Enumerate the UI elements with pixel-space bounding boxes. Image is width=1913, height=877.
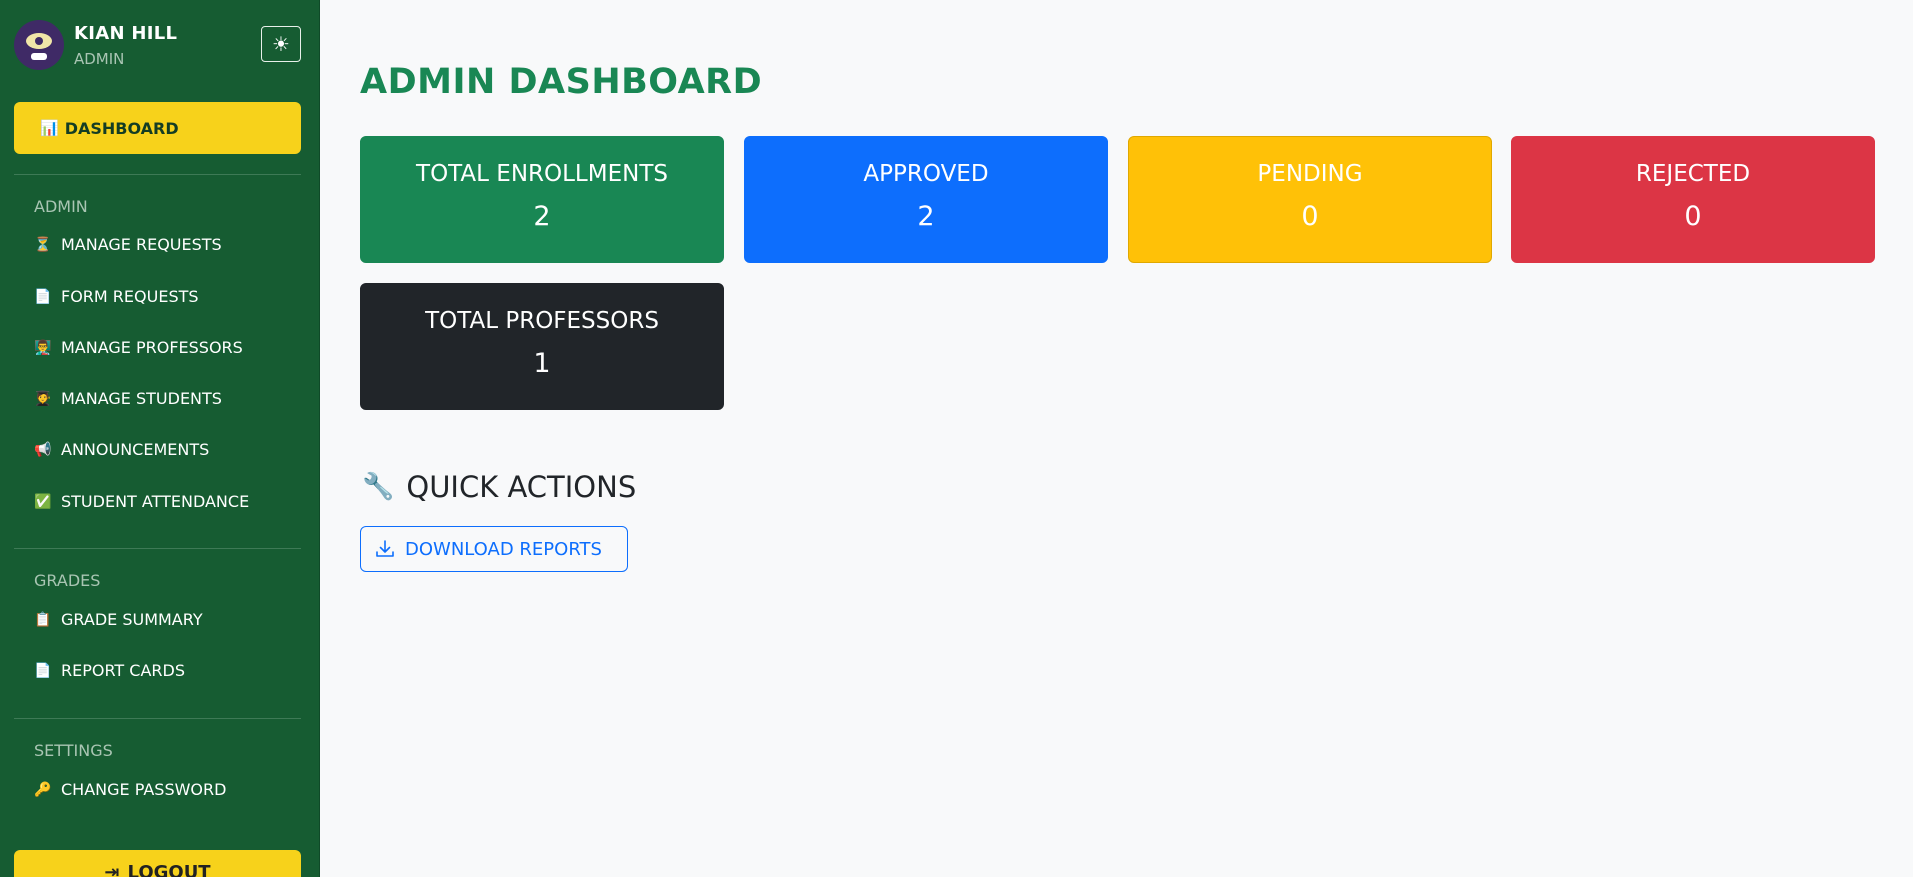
sidebar-item-label: MANAGE REQUESTS — [61, 235, 222, 254]
clipboard-icon: 📋 — [34, 611, 52, 628]
sidebar-item-label: MANAGE PROFESSORS — [61, 338, 243, 357]
card-title: TOTAL ENROLLMENTS — [416, 161, 668, 187]
sidebar-item-label: CHANGE PASSWORD — [61, 780, 227, 799]
stat-card-total-enrollments: TOTAL ENROLLMENTS 2 — [360, 136, 724, 263]
logout-icon: ⇥ — [104, 862, 120, 877]
teacher-icon: 👨‍🏫 — [34, 339, 52, 356]
card-value: 0 — [1684, 201, 1702, 232]
divider — [14, 174, 301, 175]
sidebar-item-label: GRADE SUMMARY — [61, 610, 203, 629]
card-value: 2 — [917, 201, 935, 232]
card-value: 0 — [1301, 201, 1319, 232]
theme-toggle-button[interactable]: ☀ — [261, 26, 301, 62]
sidebar-item-label: ANNOUNCEMENTS — [61, 440, 210, 459]
page-title: ADMIN DASHBOARD — [360, 62, 763, 102]
logout-button[interactable]: ⇥ LOGOUT — [14, 850, 301, 877]
sidebar-item-change-password[interactable]: 🔑 CHANGE PASSWORD — [34, 780, 226, 799]
stat-card-rejected: REJECTED 0 — [1511, 136, 1875, 263]
megaphone-icon: 📢 — [34, 441, 52, 458]
sidebar-item-label: MANAGE STUDENTS — [61, 389, 222, 408]
stat-card-pending: PENDING 0 — [1128, 136, 1492, 263]
card-title: PENDING — [1257, 161, 1363, 187]
stat-card-approved: APPROVED 2 — [744, 136, 1108, 263]
divider — [14, 718, 301, 719]
user-profile: KIAN HILL ADMIN — [14, 20, 177, 70]
download-icon — [376, 540, 394, 557]
sidebar-item-label: DASHBOARD — [64, 118, 179, 138]
hourglass-icon: ⏳ — [34, 236, 52, 253]
document-icon: 📄 — [34, 662, 52, 679]
sidebar-item-announcements[interactable]: 📢 ANNOUNCEMENTS — [34, 440, 209, 459]
download-reports-label: DOWNLOAD REPORTS — [405, 538, 602, 560]
sidebar-item-manage-requests[interactable]: ⏳ MANAGE REQUESTS — [34, 235, 222, 254]
avatar — [14, 20, 64, 70]
logout-label: LOGOUT — [127, 862, 211, 877]
quick-actions-heading: 🔧 QUICK ACTIONS — [362, 470, 636, 504]
section-label-admin: ADMIN — [34, 197, 88, 216]
section-label-grades: GRADES — [34, 571, 101, 590]
card-value: 2 — [533, 201, 551, 232]
card-title: REJECTED — [1635, 161, 1751, 187]
wrench-icon: 🔧 — [362, 472, 395, 502]
bar-chart-icon: 📊 — [40, 119, 59, 137]
sidebar-item-report-cards[interactable]: 📄 REPORT CARDS — [34, 661, 185, 680]
divider — [14, 548, 301, 549]
user-name: KIAN HILL — [74, 22, 178, 44]
student-icon: 🧑‍🎓 — [34, 390, 52, 407]
card-title: TOTAL PROFESSORS — [425, 308, 659, 334]
sidebar-item-grade-summary[interactable]: 📋 GRADE SUMMARY — [34, 610, 203, 629]
sidebar-item-label: FORM REQUESTS — [61, 287, 199, 306]
checkmark-icon: ✅ — [34, 493, 52, 510]
sun-icon: ☀ — [272, 32, 290, 56]
key-icon: 🔑 — [34, 781, 52, 798]
sidebar-item-manage-professors[interactable]: 👨‍🏫 MANAGE PROFESSORS — [34, 338, 243, 357]
sidebar: KIAN HILL ADMIN ☀ 📊 DASHBOARD ADMIN ⏳ MA… — [0, 0, 320, 877]
quick-actions-title: QUICK ACTIONS — [406, 470, 637, 504]
section-label-settings: SETTINGS — [34, 741, 113, 760]
user-role: ADMIN — [74, 49, 125, 68]
sidebar-item-form-requests[interactable]: 📄 FORM REQUESTS — [34, 287, 199, 306]
stat-card-total-professors: TOTAL PROFESSORS 1 — [360, 283, 724, 410]
sidebar-item-manage-students[interactable]: 🧑‍🎓 MANAGE STUDENTS — [34, 389, 222, 408]
sidebar-item-student-attendance[interactable]: ✅ STUDENT ATTENDANCE — [34, 492, 249, 511]
sidebar-item-label: REPORT CARDS — [61, 661, 185, 680]
card-title: APPROVED — [863, 161, 989, 187]
card-value: 1 — [533, 348, 551, 379]
sidebar-item-dashboard[interactable]: 📊 DASHBOARD — [14, 102, 301, 154]
document-icon: 📄 — [34, 288, 52, 305]
sidebar-item-label: STUDENT ATTENDANCE — [61, 492, 250, 511]
download-reports-button[interactable]: DOWNLOAD REPORTS — [360, 526, 628, 572]
